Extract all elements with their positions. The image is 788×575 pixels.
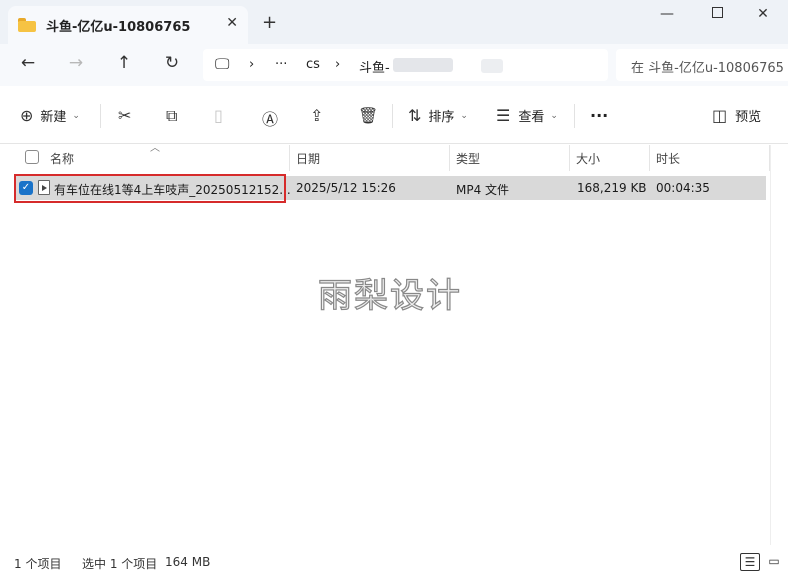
chevron-down-icon: ⌄ <box>72 110 80 121</box>
minimize-button[interactable]: — <box>652 6 682 22</box>
status-bar: 1 个项目 选中 1 个项目 164 MB ☰ ▭ <box>0 550 788 575</box>
column-header-type[interactable]: 类型 <box>456 150 480 167</box>
view-icon: ☰ <box>496 106 511 125</box>
column-header-size[interactable]: 大小 <box>576 150 600 167</box>
tiles-view-button[interactable]: ▭ <box>764 553 784 571</box>
sort-button[interactable]: ⇅ 排序 ⌄ <box>408 106 468 125</box>
column-header-duration[interactable]: 时长 <box>656 150 680 167</box>
sort-ascending-icon: ︿ <box>150 143 160 154</box>
rename-icon: Ⓐ <box>262 110 279 129</box>
copy-icon: ⧉ <box>166 106 178 125</box>
column-edge <box>770 145 771 545</box>
selection-size: 164 MB <box>165 555 211 569</box>
file-size: 168,219 KB <box>577 181 647 195</box>
more-options-button[interactable]: ··· <box>590 106 608 125</box>
new-tab-button[interactable]: + <box>262 12 277 33</box>
view-button[interactable]: ☰ 查看 ⌄ <box>496 106 558 125</box>
tab-title: 斗鱼-亿亿u-10806765 <box>46 19 191 35</box>
cut-button[interactable]: ✂ <box>118 106 131 125</box>
chevron-down-icon: ⌄ <box>460 110 468 121</box>
share-button[interactable]: ⇪ <box>310 106 323 125</box>
toolbar-divider <box>100 104 101 128</box>
column-divider[interactable] <box>569 145 570 171</box>
up-button[interactable]: ↑ <box>110 53 138 73</box>
chevron-down-icon: ⌄ <box>550 110 558 121</box>
new-button[interactable]: ⊕ 新建 ⌄ <box>20 106 80 125</box>
breadcrumb-cs[interactable]: cs <box>306 57 320 72</box>
breadcrumb-ellipsis[interactable]: ··· <box>275 57 287 72</box>
computer-icon[interactable]: 🖵 <box>215 55 229 73</box>
file-type: MP4 文件 <box>456 183 510 197</box>
watermark: 雨梨设计 <box>317 275 462 316</box>
column-headers: ︿ 名称 日期 类型 大小 时长 <box>0 143 788 171</box>
redacted-area <box>393 58 453 72</box>
breadcrumb-separator[interactable]: › <box>249 57 254 72</box>
preview-icon: ◫ <box>712 106 728 125</box>
paste-button[interactable]: ▯ <box>214 106 223 125</box>
toolbar-divider <box>574 104 575 128</box>
item-count: 1 个项目 <box>14 557 62 571</box>
highlight-box <box>14 174 286 203</box>
maximize-icon <box>711 7 723 18</box>
column-divider[interactable] <box>449 145 450 171</box>
preview-label: 预览 <box>735 110 762 125</box>
command-bar: ⊕ 新建 ⌄ ✂ ⧉ ▯ Ⓐ ⇪ 🗑 ⇅ 排序 ⌄ ☰ 查看 ⌄ ··· ◫ 预… <box>0 86 788 144</box>
back-button[interactable]: ← <box>14 53 42 73</box>
redacted-area <box>481 59 503 73</box>
column-divider[interactable] <box>649 145 650 171</box>
tab-close-icon[interactable]: ✕ <box>226 15 238 31</box>
cut-icon: ✂ <box>118 106 132 125</box>
title-bar: 斗鱼-亿亿u-10806765 ✕ + — ✕ <box>0 0 788 44</box>
new-label: 新建 <box>40 110 67 125</box>
breadcrumb-current-folder[interactable]: 斗鱼- <box>359 57 390 76</box>
details-view-button[interactable]: ☰ <box>740 553 760 571</box>
rename-button[interactable]: Ⓐ <box>262 106 278 130</box>
select-all-checkbox[interactable] <box>25 150 39 164</box>
file-duration: 00:04:35 <box>656 181 710 195</box>
view-label: 查看 <box>518 110 545 125</box>
column-header-date[interactable]: 日期 <box>296 150 320 167</box>
sort-label: 排序 <box>428 110 455 125</box>
maximize-button[interactable] <box>702 6 732 22</box>
column-divider[interactable] <box>289 145 290 171</box>
forward-button[interactable]: → <box>62 53 90 73</box>
breadcrumb-separator[interactable]: › <box>335 57 340 72</box>
selection-count: 选中 1 个项目 <box>82 557 158 571</box>
close-button[interactable]: ✕ <box>748 6 778 22</box>
paste-icon: ▯ <box>214 106 223 125</box>
tab-current-folder[interactable]: 斗鱼-亿亿u-10806765 ✕ <box>8 6 248 44</box>
share-icon: ⇪ <box>310 106 324 125</box>
refresh-button[interactable]: ↻ <box>158 53 186 73</box>
plus-circle-icon: ⊕ <box>20 106 34 125</box>
folder-icon <box>18 18 36 32</box>
sort-icon: ⇅ <box>408 106 422 125</box>
copy-button[interactable]: ⧉ <box>166 106 177 126</box>
column-header-name[interactable]: 名称 <box>50 150 74 167</box>
toolbar-divider <box>392 104 393 128</box>
file-date: 2025/5/12 15:26 <box>296 181 396 195</box>
delete-button[interactable]: 🗑 <box>358 106 378 125</box>
address-bar[interactable]: 🖵 › ··· cs › 斗鱼- <box>203 49 608 81</box>
navigation-bar: ← → ↑ ↻ 🖵 › ··· cs › 斗鱼- 在 斗鱼-亿亿u-108067… <box>0 44 788 86</box>
search-input[interactable]: 在 斗鱼-亿亿u-10806765 中搜索 <box>616 49 788 81</box>
delete-icon: 🗑 <box>358 106 379 125</box>
preview-button[interactable]: ◫ 预览 <box>712 106 761 125</box>
